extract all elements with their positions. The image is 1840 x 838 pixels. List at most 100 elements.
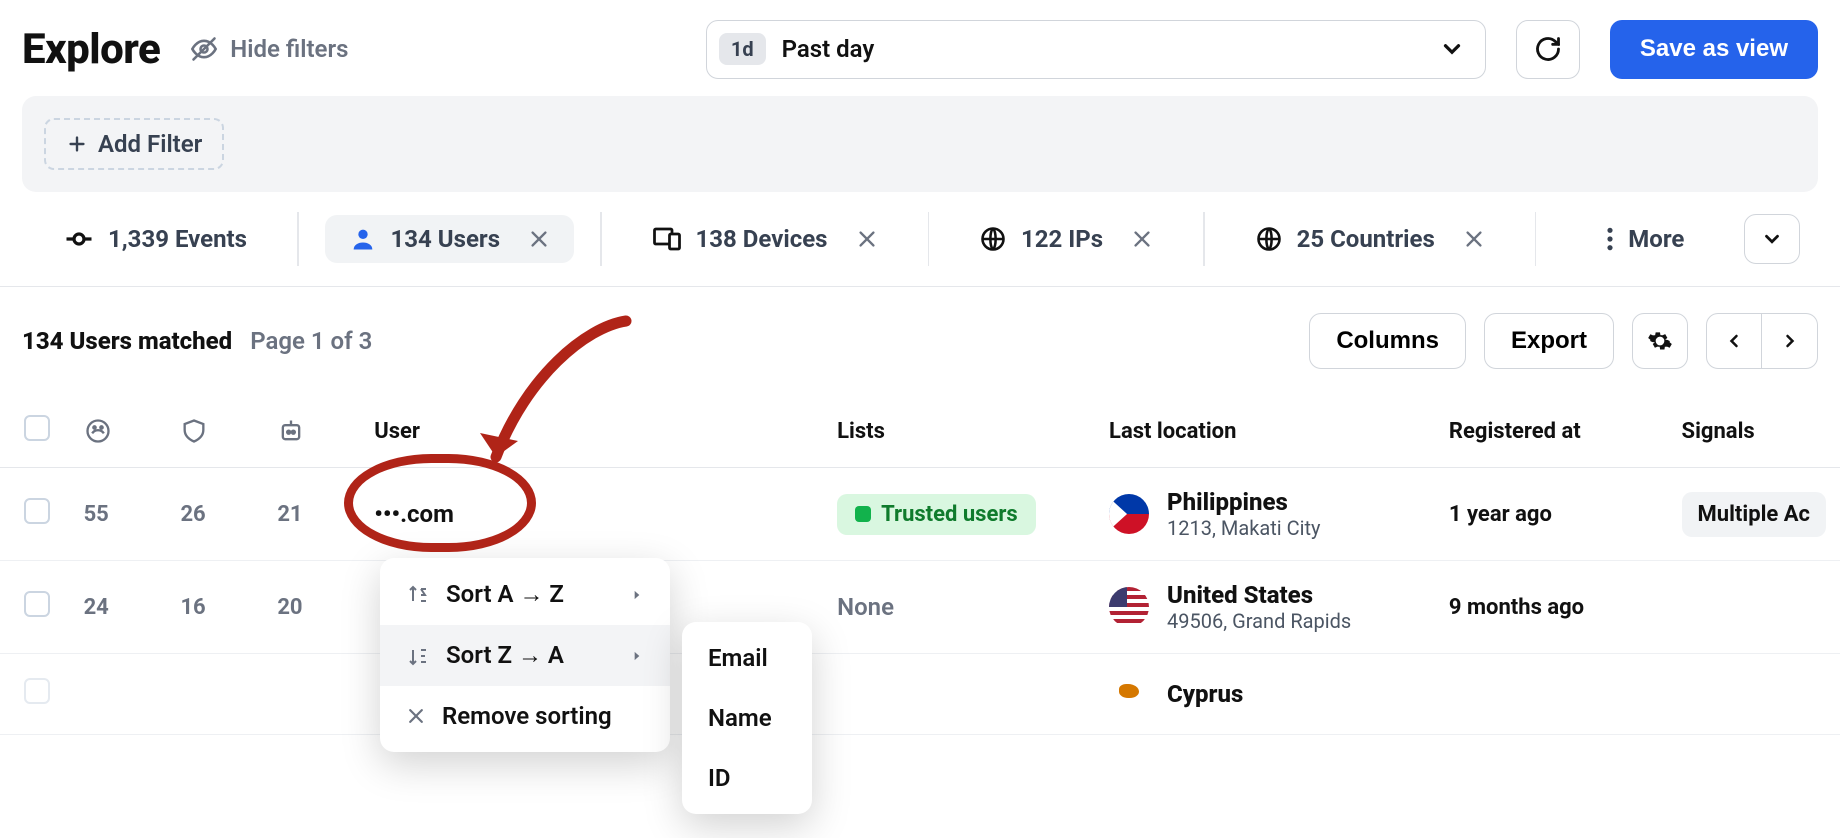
columns-button[interactable]: Columns xyxy=(1309,313,1466,369)
page-title: Explore xyxy=(22,25,160,74)
globe-icon xyxy=(1255,225,1283,253)
segment-tabs: 1,339 Events 134 Users 138 Devices 122 I… xyxy=(0,192,1840,287)
sort-remove-label: Remove sorting xyxy=(442,702,612,730)
col-last-location[interactable]: Last location xyxy=(1095,395,1435,468)
col-registered-at[interactable]: Registered at xyxy=(1435,395,1668,468)
chevron-right-icon xyxy=(630,588,644,602)
hide-icon xyxy=(190,35,218,63)
table-row[interactable]: Cyprus xyxy=(0,654,1840,735)
save-as-view-button[interactable]: Save as view xyxy=(1610,20,1818,79)
row-location-sub: 1213, Makati City xyxy=(1167,516,1320,540)
globe-icon xyxy=(979,225,1007,253)
row-registered: 9 months ago xyxy=(1435,561,1668,654)
pager xyxy=(1706,313,1818,369)
col-lists[interactable]: Lists xyxy=(823,395,1095,468)
table-row[interactable]: 55 26 21 •••.com Trusted users Philippin… xyxy=(0,468,1840,561)
close-icon[interactable] xyxy=(856,228,878,250)
close-icon xyxy=(406,706,426,726)
devices-icon xyxy=(652,224,682,254)
sort-za[interactable]: Sort Z → A xyxy=(380,625,670,686)
segments-expand-button[interactable] xyxy=(1744,214,1800,264)
segment-more-button[interactable]: More xyxy=(1588,215,1702,263)
sort-asc-icon xyxy=(406,583,430,607)
plus-icon xyxy=(66,133,88,155)
col-shield-icon[interactable] xyxy=(166,395,263,468)
segment-events[interactable]: 1,339 Events xyxy=(40,214,271,264)
next-page-button[interactable] xyxy=(1762,313,1818,369)
chevron-down-icon xyxy=(1761,228,1783,250)
col-bot-icon[interactable] xyxy=(263,395,360,468)
gear-icon xyxy=(1647,328,1673,354)
segment-ips-label: 122 IPs xyxy=(1021,225,1103,253)
list-badge: Trusted users xyxy=(837,494,1036,535)
refresh-button[interactable] xyxy=(1516,20,1580,79)
row-user: •••.com xyxy=(360,468,823,561)
sort-by-name[interactable]: Name xyxy=(682,688,812,748)
settings-button[interactable] xyxy=(1632,313,1688,369)
close-icon[interactable] xyxy=(1463,228,1485,250)
col-score-1-icon[interactable] xyxy=(70,395,167,468)
sort-az-label: Sort A → Z xyxy=(446,580,564,609)
sort-by-id[interactable]: ID xyxy=(682,748,812,808)
table-row[interactable]: 24 16 20 None United States49506, Grand … xyxy=(0,561,1840,654)
segment-countries[interactable]: 25 Countries xyxy=(1231,215,1509,263)
row-checkbox[interactable] xyxy=(24,591,50,617)
segment-users[interactable]: 134 Users xyxy=(325,215,575,263)
row-score-1: 55 xyxy=(70,468,167,561)
filter-bar: Add Filter xyxy=(22,96,1818,192)
row-location-sub: 49506, Grand Rapids xyxy=(1167,609,1351,633)
row-score-3: 21 xyxy=(263,468,360,561)
close-icon[interactable] xyxy=(1131,228,1153,250)
commit-icon xyxy=(64,224,94,254)
time-range-badge: 1d xyxy=(719,33,766,65)
add-filter-label: Add Filter xyxy=(98,130,202,158)
results-count: 134 Users matched xyxy=(22,327,232,355)
prev-page-button[interactable] xyxy=(1706,313,1762,369)
flag-icon xyxy=(1109,494,1149,534)
segment-countries-label: 25 Countries xyxy=(1297,225,1435,253)
hide-filters-button[interactable]: Hide filters xyxy=(190,35,348,63)
chevron-left-icon xyxy=(1724,331,1744,351)
row-checkbox[interactable] xyxy=(24,498,50,524)
flag-icon xyxy=(1109,587,1149,627)
row-score-2: 26 xyxy=(166,468,263,561)
sort-az[interactable]: Sort A → Z xyxy=(380,564,670,625)
segment-events-label: 1,339 Events xyxy=(108,225,247,253)
sort-za-label: Sort Z → A xyxy=(446,641,564,670)
row-checkbox[interactable] xyxy=(24,678,50,704)
sort-desc-icon xyxy=(406,644,430,668)
export-button[interactable]: Export xyxy=(1484,313,1614,369)
row-country: Philippines xyxy=(1167,488,1320,516)
page-info: Page 1 of 3 xyxy=(250,327,372,355)
segment-devices[interactable]: 138 Devices xyxy=(628,214,902,264)
row-score-1: 24 xyxy=(70,561,167,654)
segment-users-label: 134 Users xyxy=(391,225,501,253)
close-icon[interactable] xyxy=(528,228,550,250)
chevron-down-icon xyxy=(1439,36,1465,62)
chevron-right-icon xyxy=(1780,331,1800,351)
sort-menu: Sort A → Z Sort Z → A Remove sorting xyxy=(380,558,670,752)
chevron-right-icon xyxy=(630,649,644,663)
segment-devices-label: 138 Devices xyxy=(696,225,828,253)
results-table: User Lists Last location Registered at S… xyxy=(0,395,1840,735)
sort-by-email[interactable]: Email xyxy=(682,628,812,688)
col-signals[interactable]: Signals xyxy=(1668,395,1840,468)
row-signal-chip: Multiple Ac xyxy=(1682,492,1826,537)
time-range-picker[interactable]: 1d Past day xyxy=(706,20,1486,79)
row-list-none: None xyxy=(837,593,894,621)
user-icon xyxy=(349,225,377,253)
sort-submenu: Email Name ID xyxy=(682,622,812,814)
more-dots-icon xyxy=(1606,226,1614,252)
row-registered: 1 year ago xyxy=(1435,468,1668,561)
sort-remove[interactable]: Remove sorting xyxy=(380,686,670,746)
segment-more-label: More xyxy=(1628,225,1684,253)
time-range-label: Past day xyxy=(782,35,1423,63)
select-all-checkbox[interactable] xyxy=(24,415,50,441)
refresh-icon xyxy=(1534,35,1562,63)
row-score-2: 16 xyxy=(166,561,263,654)
col-user[interactable]: User xyxy=(360,395,823,468)
add-filter-button[interactable]: Add Filter xyxy=(44,118,224,170)
segment-ips[interactable]: 122 IPs xyxy=(955,215,1177,263)
row-country: United States xyxy=(1167,581,1351,609)
hide-filters-label: Hide filters xyxy=(230,35,348,63)
